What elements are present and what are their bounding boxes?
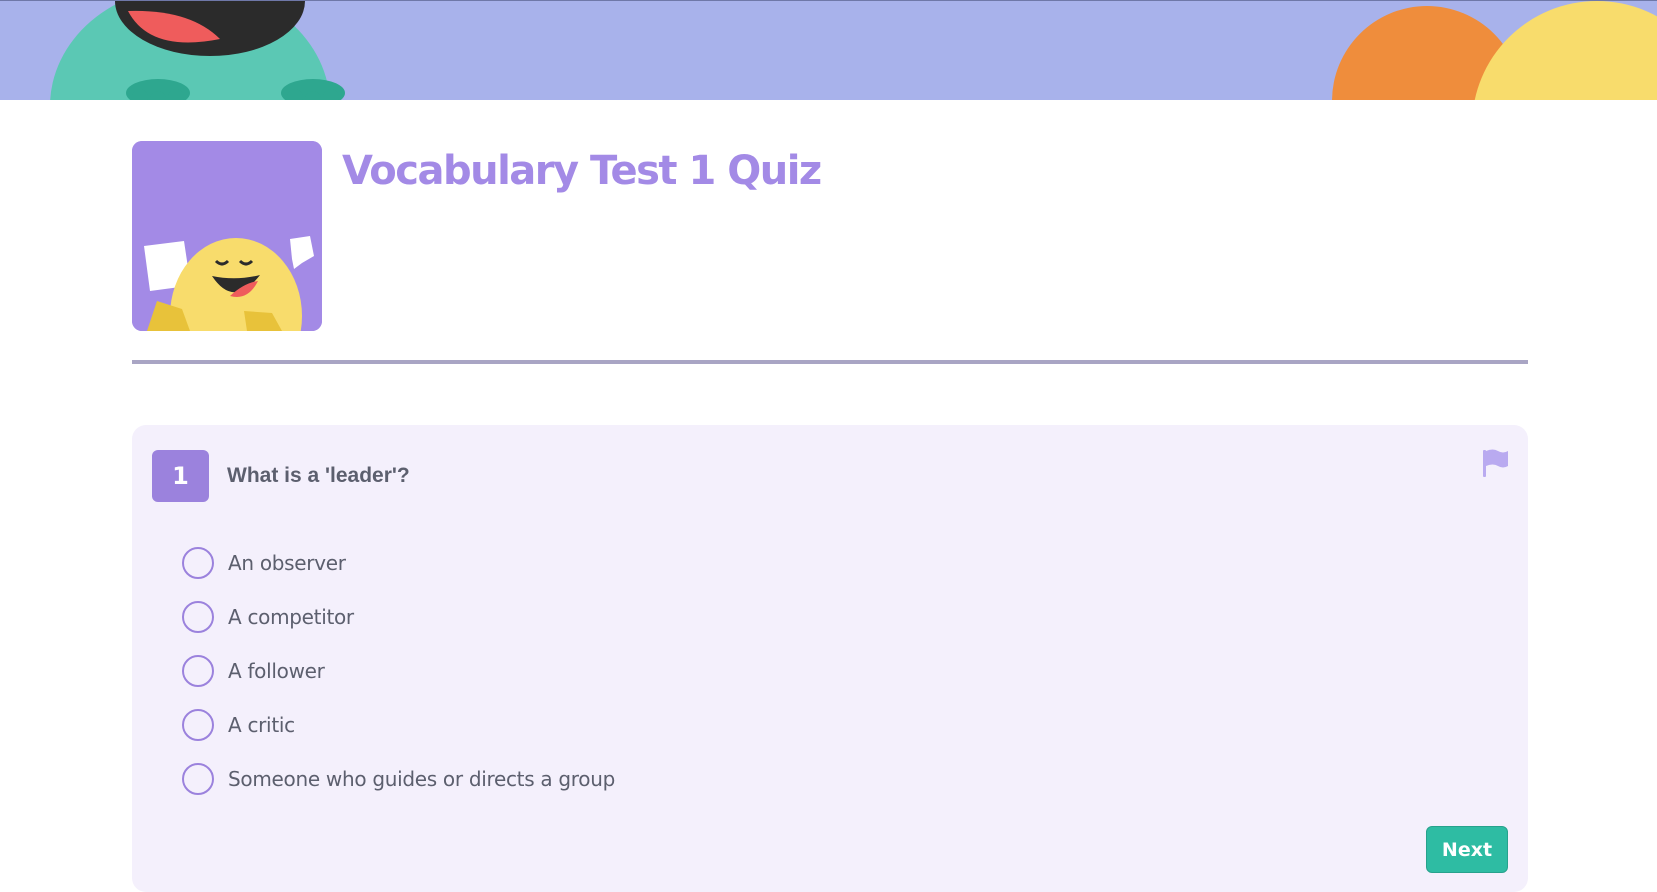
answer-option[interactable]: An observer — [182, 536, 615, 590]
answer-option-label: A follower — [228, 659, 325, 683]
monster-illustration — [50, 1, 345, 100]
radio-button[interactable] — [182, 601, 214, 633]
answer-option[interactable]: Someone who guides or directs a group — [182, 752, 615, 806]
section-divider — [132, 360, 1528, 364]
answer-option[interactable]: A competitor — [182, 590, 615, 644]
sun-shapes-illustration — [1332, 1, 1657, 100]
answer-options: An observer A competitor A follower A cr… — [182, 536, 615, 806]
answer-option[interactable]: A critic — [182, 698, 615, 752]
question-card: 1 What is a 'leader'? An observer A comp… — [132, 425, 1528, 892]
answer-option-label: A critic — [228, 713, 295, 737]
answer-option[interactable]: A follower — [182, 644, 615, 698]
radio-button[interactable] — [182, 547, 214, 579]
answer-option-label: Someone who guides or directs a group — [228, 767, 615, 791]
quiz-thumbnail — [132, 141, 322, 331]
chick-illustration — [132, 141, 322, 331]
question-number-badge: 1 — [152, 450, 209, 502]
next-button[interactable]: Next — [1426, 826, 1508, 873]
radio-button[interactable] — [182, 655, 214, 687]
flag-question-button[interactable] — [1480, 447, 1510, 479]
header-banner — [0, 0, 1657, 100]
radio-button[interactable] — [182, 763, 214, 795]
quiz-title: Vocabulary Test 1 Quiz — [342, 148, 822, 194]
question-text: What is a 'leader'? — [227, 464, 410, 487]
flag-icon — [1483, 449, 1508, 477]
radio-button[interactable] — [182, 709, 214, 741]
answer-option-label: An observer — [228, 551, 346, 575]
answer-option-label: A competitor — [228, 605, 354, 629]
